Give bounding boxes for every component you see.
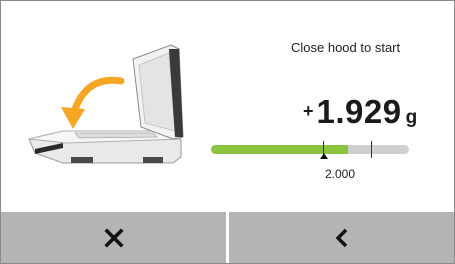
weight-unit: g [405,107,418,128]
weight-readout: +1.929 g [303,93,417,131]
back-button[interactable] [229,212,454,263]
weight-sign: + [303,101,314,121]
close-hood-illustration [28,44,184,164]
cancel-button[interactable] [1,212,226,263]
balance-screen: Close hood to start +1.929 g 2.000 [0,0,455,264]
instruction-text: Close hood to start [291,40,401,55]
close-icon [103,227,124,248]
chevron-left-icon [335,228,347,247]
button-bar [1,212,454,263]
tolerance-marker [371,141,372,158]
target-value: 2.000 [325,167,356,181]
weight-value: 1.929 [316,93,402,130]
weighing-progress-bar [211,145,409,154]
target-arrow-icon [320,153,328,159]
